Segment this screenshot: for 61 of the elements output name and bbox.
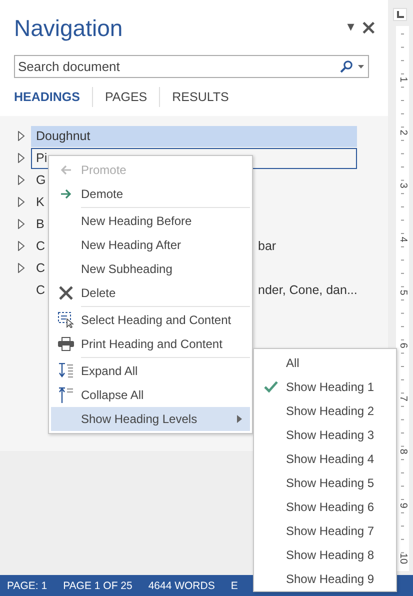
menu-item[interactable]: Select Heading and Content (51, 308, 250, 332)
options-button[interactable]: ▾ (344, 19, 358, 35)
heading-item[interactable]: Doughnut (31, 126, 357, 146)
left-arrow-icon (60, 165, 72, 175)
ruler-number: 9 (398, 501, 408, 510)
expand-triangle-icon[interactable] (18, 131, 25, 141)
expand-triangle-icon[interactable] (18, 263, 25, 273)
ruler-corner-button[interactable] (393, 8, 407, 21)
ruler-number: 4 (398, 235, 408, 244)
submenu-arrow-icon (237, 415, 242, 423)
status-text: E (230, 580, 238, 592)
menu-item[interactable]: Show Heading 8 (256, 543, 394, 567)
ruler-number: 7 (398, 394, 408, 404)
ruler-number: 3 (398, 182, 408, 191)
search-field[interactable]: Search document (14, 55, 369, 78)
menu-item[interactable]: Show Heading 4 (256, 447, 394, 471)
status-text: 4644 WORDS (148, 580, 215, 592)
tab[interactable]: PAGES (92, 90, 160, 104)
status-text: PAGE: 1 (7, 580, 48, 592)
select-content-icon (58, 312, 74, 328)
menu-item[interactable]: Show Heading 2 (256, 399, 394, 423)
expand-triangle-icon[interactable] (18, 175, 25, 185)
close-button[interactable]: × (357, 15, 380, 39)
right-arrow-icon (60, 189, 72, 199)
menu-item[interactable]: Show Heading 3 (256, 423, 394, 447)
menu-item[interactable]: Print Heading and Content (51, 332, 250, 356)
menu-item[interactable]: Show Heading 5 (256, 471, 394, 495)
search-icon[interactable] (340, 60, 353, 73)
menu-item[interactable]: Collapse All (51, 383, 250, 407)
corner-icon (396, 11, 404, 18)
cross-icon (59, 286, 73, 300)
ruler-number: 2 (398, 128, 408, 138)
menu-item[interactable]: Show Heading Levels (51, 407, 250, 431)
expand-all-icon (59, 363, 73, 379)
expand-triangle-icon[interactable] (18, 241, 25, 251)
menu-item[interactable]: All (256, 351, 394, 375)
menu-item[interactable]: New Heading After (51, 233, 250, 257)
tab[interactable]: RESULTS (160, 90, 241, 104)
menu-item[interactable]: Show Heading 9 (256, 567, 394, 591)
ruler-number: 5 (398, 288, 408, 298)
menu-item[interactable]: Show Heading 1 (256, 375, 394, 399)
caret-icon[interactable] (358, 65, 364, 69)
tab[interactable]: HEADINGS (14, 90, 92, 104)
menu-item[interactable]: Demote (51, 182, 250, 206)
expand-triangle-icon[interactable] (18, 153, 25, 163)
menu-item[interactable]: New Heading Before (51, 209, 250, 233)
menu-item[interactable]: Show Heading 7 (256, 519, 394, 543)
pane-title: Navigation (14, 14, 123, 42)
ruler-number: 1 (398, 76, 408, 84)
expand-triangle-icon[interactable] (18, 197, 25, 207)
ruler-number: 8 (398, 448, 408, 457)
menu-item[interactable]: Delete (51, 281, 250, 305)
menu-item[interactable]: Expand All (51, 359, 250, 383)
menu-item[interactable]: Show Heading 6 (256, 495, 394, 519)
ruler-number: 10 (398, 552, 408, 564)
menu-item[interactable]: New Subheading (51, 257, 250, 281)
ruler-number: 6 (398, 342, 408, 350)
printer-icon (58, 337, 74, 351)
status-text: PAGE 1 OF 25 (63, 580, 132, 592)
collapse-all-icon (59, 387, 73, 403)
expand-triangle-icon[interactable] (18, 219, 25, 229)
